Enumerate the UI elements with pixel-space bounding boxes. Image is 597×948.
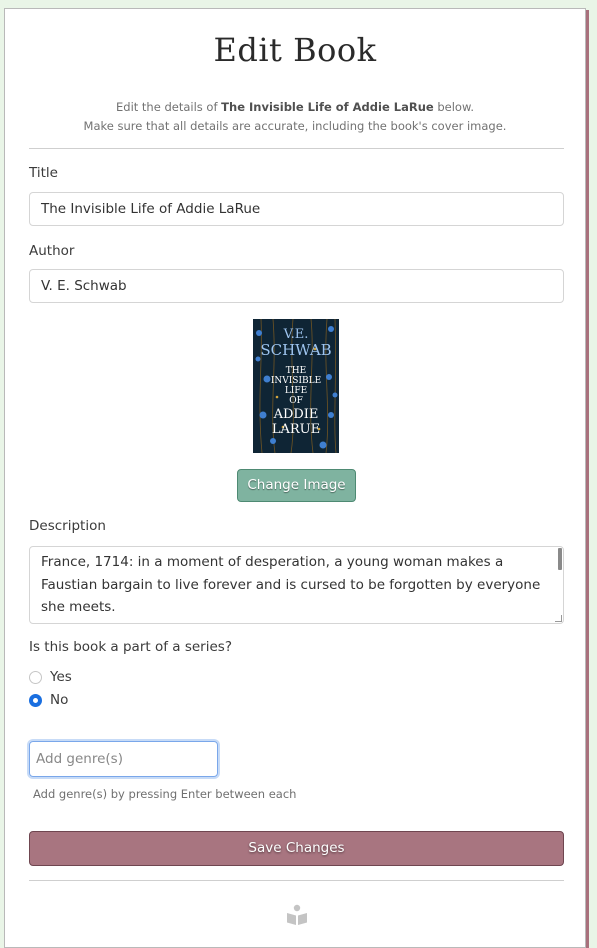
- cover-author-line-2: SCHWAB: [260, 341, 331, 359]
- intro-prefix: Edit the details of: [116, 100, 222, 114]
- intro-text: Edit the details of The Invisible Life o…: [5, 98, 585, 136]
- cover-title-line-5: ADDIE: [273, 407, 319, 422]
- book-cover-image: V.E. SCHWAB THE INVISIBLE LIFE OF ADDIE …: [253, 319, 339, 453]
- cover-title-line-2: INVISIBLE: [271, 376, 321, 386]
- description-label: Description: [29, 518, 106, 534]
- radio-no-label: No: [50, 692, 69, 708]
- description-text: France, 1714: in a moment of desperation…: [41, 554, 541, 615]
- save-changes-button[interactable]: Save Changes: [29, 831, 564, 866]
- cover-author-line-1: V.E.: [283, 327, 309, 342]
- textarea-resize-handle[interactable]: [555, 615, 562, 622]
- intro-line-1: Edit the details of The Invisible Life o…: [5, 98, 585, 117]
- title-label: Title: [29, 165, 58, 181]
- genre-hint: Add genre(s) by pressing Enter between e…: [33, 787, 297, 801]
- author-input[interactable]: V. E. Schwab: [29, 269, 564, 303]
- intro-suffix: below.: [433, 100, 474, 114]
- header-divider: [29, 148, 564, 149]
- intro-book-title: The Invisible Life of Addie LaRue: [221, 100, 434, 114]
- genre-input[interactable]: Add genre(s): [29, 741, 218, 777]
- book-reader-icon: [287, 904, 307, 925]
- intro-line-2: Make sure that all details are accurate,…: [83, 119, 507, 133]
- title-input[interactable]: The Invisible Life of Addie LaRue: [29, 192, 564, 226]
- radio-yes-label: Yes: [50, 669, 72, 685]
- radio-no[interactable]: [29, 693, 42, 707]
- footer-divider: [29, 880, 564, 881]
- series-option-no[interactable]: No: [29, 691, 68, 709]
- edit-book-card: Edit Book Edit the details of The Invisi…: [4, 8, 586, 948]
- author-label: Author: [29, 243, 75, 259]
- radio-yes[interactable]: [29, 670, 42, 684]
- cover-title-line-6: LARUE: [272, 422, 320, 437]
- cover-title-line-1: THE: [286, 366, 306, 376]
- textarea-scrollbar[interactable]: [558, 548, 562, 570]
- series-question: Is this book a part of a series?: [29, 639, 232, 655]
- series-option-yes[interactable]: Yes: [29, 668, 72, 686]
- description-textarea[interactable]: France, 1714: in a moment of desperation…: [29, 546, 564, 624]
- change-image-button[interactable]: Change Image: [237, 469, 356, 502]
- page-title: Edit Book: [213, 31, 377, 69]
- cover-title-line-3: LIFE: [285, 386, 307, 396]
- cover-title-line-4: OF: [289, 396, 303, 406]
